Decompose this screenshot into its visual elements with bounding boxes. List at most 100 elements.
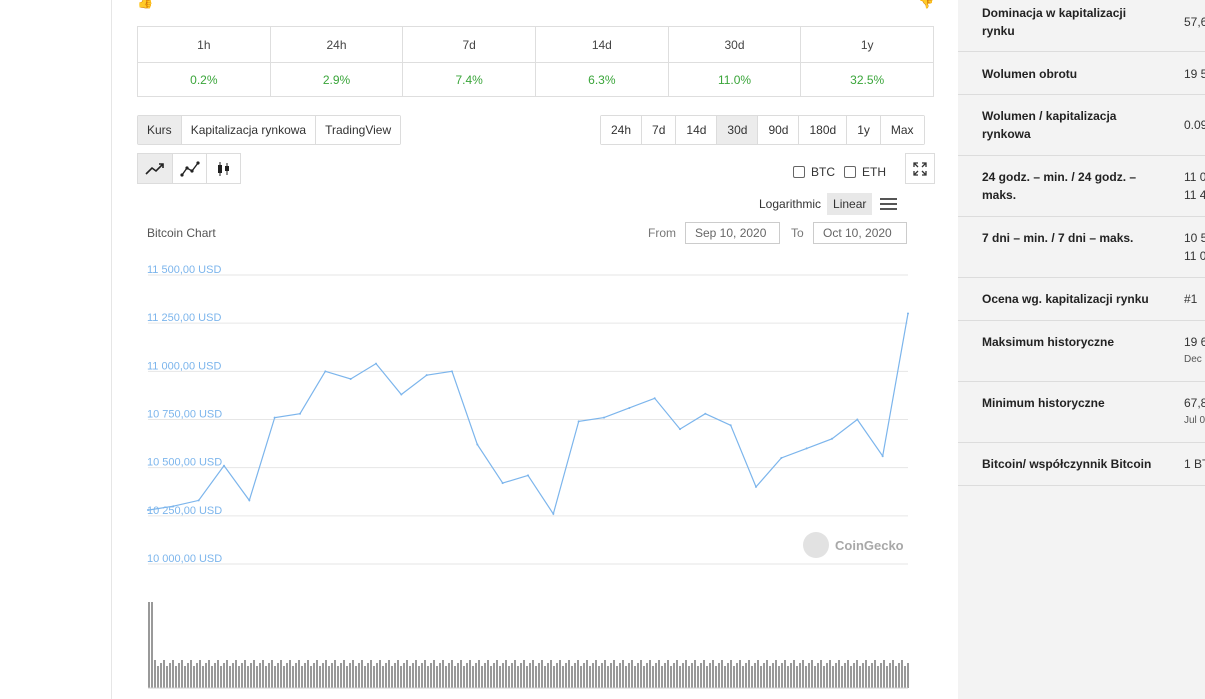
navigator-bar xyxy=(844,663,846,688)
navigator-bar xyxy=(688,666,690,688)
hamburger-menu-icon[interactable] xyxy=(880,198,898,210)
navigator-bar xyxy=(373,666,375,688)
navigator-bar xyxy=(637,663,639,688)
navigator-bar xyxy=(892,660,894,688)
price-point xyxy=(476,443,479,446)
area-chart-button[interactable] xyxy=(172,154,206,183)
tab-market-cap[interactable]: Kapitalizacja rynkowa xyxy=(180,116,316,144)
navigator-bar xyxy=(580,666,582,688)
to-date-input[interactable]: Oct 10, 2020 xyxy=(813,222,907,244)
navigator-bar xyxy=(754,663,756,688)
from-date-input[interactable]: Sep 10, 2020 xyxy=(685,222,780,244)
navigator-bar xyxy=(226,660,228,688)
compare-eth[interactable]: ETH xyxy=(844,165,886,179)
stat-volume-market-cap: Wolumen / kapitalizacja rynkowa 0.09 xyxy=(958,95,1205,156)
navigator-bar xyxy=(196,663,198,688)
price-point xyxy=(197,499,200,502)
range-1y[interactable]: 1y xyxy=(846,116,880,144)
navigator-bar xyxy=(310,666,312,688)
navigator-bar xyxy=(571,666,573,688)
navigator-bar xyxy=(229,666,231,688)
range-30d[interactable]: 30d xyxy=(716,116,758,144)
navigator-bar xyxy=(649,660,651,688)
thumbs-down-icon[interactable]: 👎 xyxy=(918,0,934,10)
navigator-bar xyxy=(736,663,738,688)
navigator-bar xyxy=(853,663,855,688)
navigator-bar xyxy=(865,660,867,688)
price-change-values: 0.2% 2.9% 7.4% 6.3% 11.0% 32.5% xyxy=(138,62,933,97)
navigator-bar xyxy=(616,666,618,688)
navigator-bar xyxy=(175,666,177,688)
navigator-bar xyxy=(565,663,567,688)
navigator-bar xyxy=(460,660,462,688)
navigator-bar xyxy=(298,660,300,688)
range-180d[interactable]: 180d xyxy=(798,116,847,144)
navigator-bar xyxy=(274,666,276,688)
price-point xyxy=(273,416,276,419)
navigator-bar xyxy=(496,660,498,688)
thumbs-up-icon[interactable]: 👍 xyxy=(137,0,153,10)
navigator-bar xyxy=(841,666,843,688)
navigator-bar xyxy=(256,666,258,688)
navigator-bar xyxy=(148,602,150,688)
price-chart[interactable]: 11 500,00 USD 11 250,00 USD 11 000,00 USD 1… xyxy=(113,255,958,699)
price-change-headers: 1h 24h 7d 14d 30d 1y xyxy=(138,27,933,62)
navigator-bar xyxy=(424,660,426,688)
line-chart-button[interactable] xyxy=(138,154,172,183)
navigator-bar xyxy=(652,666,654,688)
range-14d[interactable]: 14d xyxy=(675,116,717,144)
price-point xyxy=(805,447,808,450)
fullscreen-button[interactable] xyxy=(905,153,935,184)
y-tick-label: 10 500,00 USD xyxy=(147,457,222,469)
coingecko-logo-icon xyxy=(803,532,829,558)
navigator-bar xyxy=(811,660,813,688)
chart-title: Bitcoin Chart xyxy=(147,226,216,240)
logarithmic-option[interactable]: Logarithmic xyxy=(753,193,827,215)
navigator-bar xyxy=(583,663,585,688)
navigator-bar xyxy=(430,663,432,688)
navigator-bar xyxy=(628,663,630,688)
navigator-bar xyxy=(400,666,402,688)
range-7d[interactable]: 7d xyxy=(641,116,676,144)
linear-option[interactable]: Linear xyxy=(827,193,873,215)
navigator-bar xyxy=(379,660,381,688)
range-max[interactable]: Max xyxy=(879,116,924,144)
navigator-bar xyxy=(664,663,666,688)
navigator-bar xyxy=(307,660,309,688)
navigator-bar xyxy=(532,660,534,688)
btc-checkbox[interactable] xyxy=(793,166,805,178)
navigator-bar xyxy=(160,663,162,688)
navigator-bar xyxy=(553,666,555,688)
navigator-bar xyxy=(670,666,672,688)
stat-all-time-high: Maksimum historyczne 19 6 Dec xyxy=(958,321,1205,382)
candlestick-button[interactable] xyxy=(206,154,240,183)
tab-tradingview[interactable]: TradingView xyxy=(315,116,401,144)
eth-checkbox[interactable] xyxy=(844,166,856,178)
navigator-bar xyxy=(742,666,744,688)
range-90d[interactable]: 90d xyxy=(757,116,799,144)
navigator-bar xyxy=(418,666,420,688)
navigator-bar xyxy=(871,663,873,688)
price-point xyxy=(527,474,529,477)
range-24h[interactable]: 24h xyxy=(601,116,642,144)
price-point xyxy=(577,420,580,423)
stat-value-secondary: 11 0 xyxy=(1184,249,1205,263)
navigator-bar xyxy=(820,660,822,688)
navigator-bar xyxy=(643,666,645,688)
tab-kurs[interactable]: Kurs xyxy=(138,116,181,144)
navigator-bar xyxy=(253,660,255,688)
navigator-bar xyxy=(370,660,372,688)
navigator-bar xyxy=(421,663,423,688)
navigator-bar xyxy=(286,663,288,688)
navigator-bar xyxy=(526,666,528,688)
navigator-bar xyxy=(361,660,363,688)
navigator-bar xyxy=(787,666,789,688)
compare-btc[interactable]: BTC xyxy=(793,165,835,179)
navigator-bar xyxy=(595,660,597,688)
navigator-bar xyxy=(610,663,612,688)
navigator-bar xyxy=(556,663,558,688)
navigator-bar xyxy=(412,663,414,688)
navigator-bar xyxy=(682,663,684,688)
navigator-bar xyxy=(187,663,189,688)
y-tick-label: 11 500,00 USD xyxy=(147,264,221,276)
